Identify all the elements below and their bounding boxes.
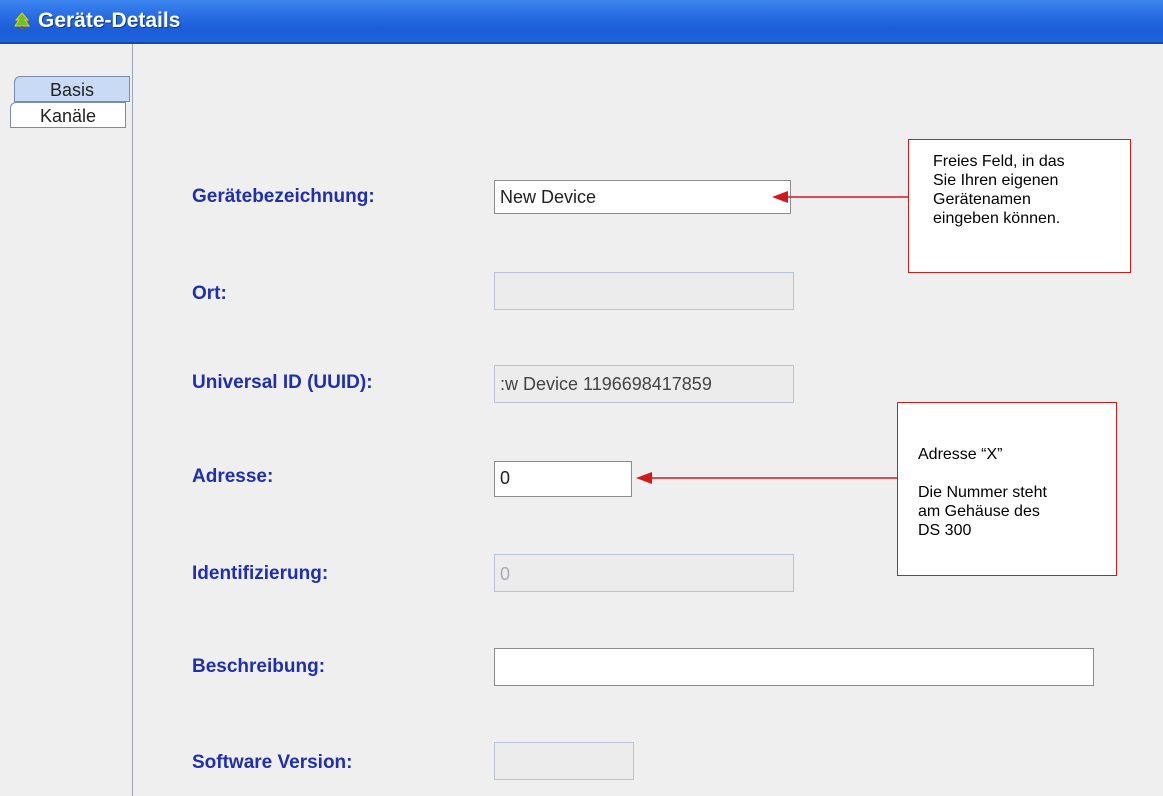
annotation-arrows bbox=[636, 191, 908, 484]
name-arrow-head bbox=[772, 191, 788, 203]
address-arrow-head bbox=[636, 472, 652, 484]
